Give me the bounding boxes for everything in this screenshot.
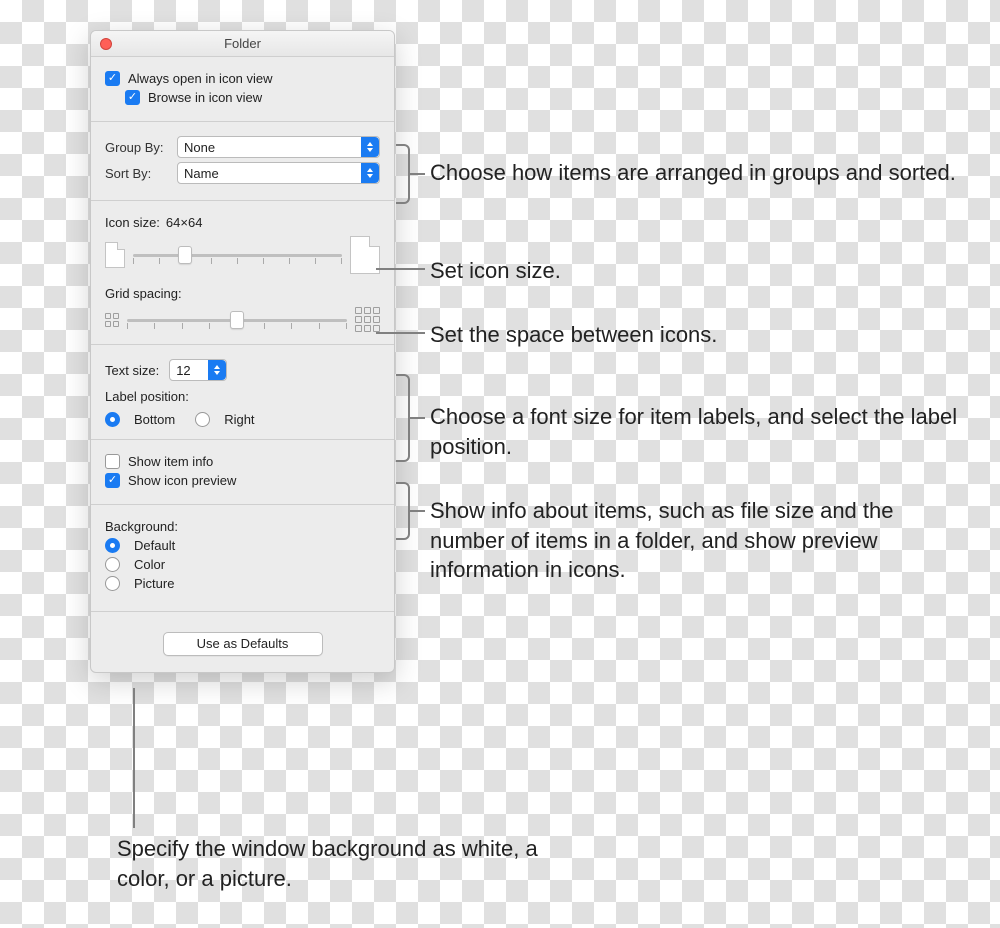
section-text-label: Text size: 12 Label position: Bottom Rig… (91, 345, 394, 440)
callout-text: Choose how items are arranged in groups … (430, 158, 956, 188)
callout-bracket (396, 374, 410, 462)
window-titlebar: Folder (91, 31, 394, 57)
icon-size-label: Icon size: (105, 215, 160, 230)
text-size-value: 12 (176, 363, 190, 378)
close-window-button[interactable] (100, 38, 112, 50)
use-as-defaults-button[interactable]: Use as Defaults (163, 632, 323, 656)
label-position-bottom-radio[interactable] (105, 412, 120, 427)
background-color-label: Color (134, 557, 165, 572)
chevron-updown-icon (361, 137, 379, 157)
always-open-checkbox[interactable] (105, 71, 120, 86)
sort-by-value: Name (184, 166, 219, 181)
label-position-right-radio[interactable] (195, 412, 210, 427)
section-show-info: Show item info Show icon preview (91, 440, 394, 505)
grid-spacing-icon-small (105, 313, 119, 327)
window-title: Folder (224, 36, 261, 51)
icon-size-value: 64×64 (166, 215, 203, 230)
section-icon-grid: Icon size: 64×64 Grid spacing: (91, 201, 394, 345)
section-group-sort: Group By: None Sort By: Name (91, 122, 394, 201)
section-view-mode: Always open in icon view Browse in icon … (91, 57, 394, 122)
icon-size-slider[interactable] (133, 243, 342, 267)
section-background: Background: Default Color Picture (91, 505, 394, 612)
background-color-radio[interactable] (105, 557, 120, 572)
show-icon-preview-label: Show icon preview (128, 473, 236, 488)
label-position-right-label: Right (224, 412, 254, 427)
callout-leader (410, 510, 425, 512)
show-item-info-label: Show item info (128, 454, 213, 469)
show-item-info-checkbox[interactable] (105, 454, 120, 469)
text-size-label: Text size: (105, 363, 159, 378)
group-by-label: Group By: (105, 140, 177, 155)
show-icon-preview-checkbox[interactable] (105, 473, 120, 488)
background-label: Background: (105, 519, 178, 534)
callout-text: Show info about items, such as file size… (430, 496, 970, 585)
grid-spacing-slider[interactable] (127, 308, 347, 332)
callout-text: Set icon size. (430, 256, 561, 286)
chevron-updown-icon (361, 163, 379, 183)
callout-text: Choose a font size for item labels, and … (430, 402, 970, 461)
background-picture-radio[interactable] (105, 576, 120, 591)
view-options-panel: Folder Always open in icon view Browse i… (90, 30, 395, 673)
group-by-value: None (184, 140, 215, 155)
callout-leader (133, 688, 135, 828)
browse-label: Browse in icon view (148, 90, 262, 105)
sort-by-select[interactable]: Name (177, 162, 380, 184)
label-position-label: Label position: (105, 389, 189, 404)
background-picture-label: Picture (134, 576, 174, 591)
callout-bracket (396, 144, 410, 204)
label-position-bottom-label: Bottom (134, 412, 175, 427)
sort-by-label: Sort By: (105, 166, 177, 181)
callout-leader (376, 268, 425, 270)
text-size-select[interactable]: 12 (169, 359, 227, 381)
section-footer: Use as Defaults (91, 612, 394, 672)
background-default-label: Default (134, 538, 175, 553)
callout-text: Specify the window background as white, … (117, 834, 577, 893)
file-icon-small (105, 242, 125, 268)
callout-text: Set the space between icons. (430, 320, 717, 350)
grid-spacing-label: Grid spacing: (105, 286, 182, 301)
background-default-radio[interactable] (105, 538, 120, 553)
callout-leader (376, 332, 425, 334)
use-as-defaults-label: Use as Defaults (197, 636, 289, 651)
callout-leader (410, 173, 425, 175)
group-by-select[interactable]: None (177, 136, 380, 158)
browse-checkbox[interactable] (125, 90, 140, 105)
callout-leader (410, 417, 425, 419)
always-open-label: Always open in icon view (128, 71, 273, 86)
callout-bracket (396, 482, 410, 540)
chevron-updown-icon (208, 360, 226, 380)
grid-spacing-icon-large (355, 307, 380, 332)
